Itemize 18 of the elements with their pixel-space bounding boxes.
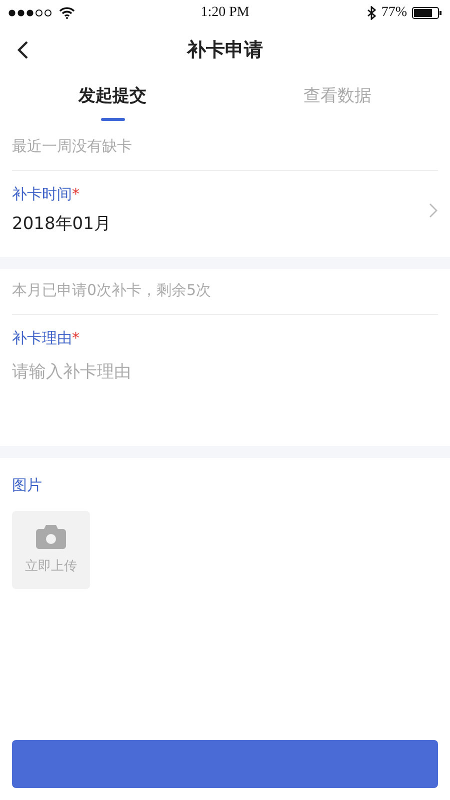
signal-icon	[8, 8, 54, 16]
field-label: 补卡时间*	[12, 185, 80, 204]
quota-text: 本月已申请0次补卡，剩余5次	[12, 269, 438, 315]
status-time: 1:20 PM	[200, 4, 250, 20]
notice-text: 最近一周没有缺卡	[12, 125, 438, 171]
section-label: 图片	[12, 476, 43, 495]
tab[interactable]: 发起提交	[0, 75, 225, 125]
chevron-right-icon[interactable]	[429, 202, 438, 218]
battery-icon	[412, 6, 442, 18]
field-label: 补卡理由*	[12, 329, 80, 348]
bluetooth-icon	[367, 6, 376, 20]
page-title: 补卡申请	[187, 38, 263, 63]
battery-percent: 77%	[381, 4, 407, 20]
camera-icon	[36, 525, 66, 549]
submit-button[interactable]	[12, 740, 438, 788]
wifi-icon	[59, 6, 75, 18]
month-value[interactable]: 2018年01月	[12, 212, 111, 235]
back-icon	[16, 40, 30, 60]
